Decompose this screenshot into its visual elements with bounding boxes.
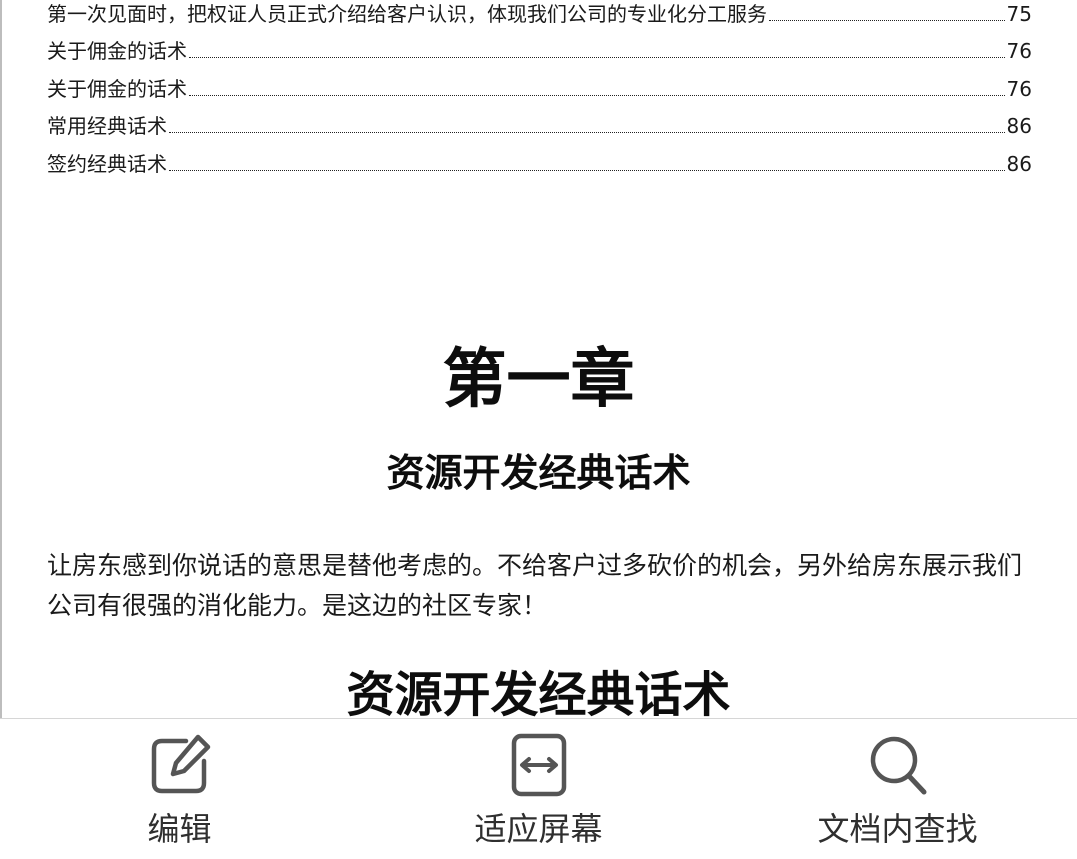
edit-icon: [148, 733, 212, 797]
toc-dot-leader: [189, 56, 1005, 59]
find-in-document-label: 文档内查找: [817, 810, 978, 848]
toc-dot-leader: [169, 169, 1005, 171]
toc-entry-page: 75: [1006, 1, 1032, 26]
search-icon: [866, 733, 930, 797]
toc-entry-page: 86: [1006, 114, 1032, 139]
toc-entry-title: 关于佣金的话术: [47, 76, 187, 101]
edit-button[interactable]: 编辑: [0, 719, 359, 859]
toc-entry-title: 第一次见面时，把权证人员正式介绍给客户认识，体现我们公司的专业化分工服务: [47, 1, 767, 26]
toc-entry-page: 76: [1006, 76, 1032, 101]
toc-entry-title: 关于佣金的话术: [47, 39, 187, 64]
toc-entry[interactable]: 关于佣金的话术 76: [47, 26, 1032, 64]
bottom-toolbar: 编辑 适应屏幕 文档内查找: [0, 718, 1077, 859]
section-heading: 资源开发经典话术: [346, 667, 731, 718]
toc-entry-page: 86: [1006, 151, 1032, 176]
fit-width-icon: [507, 733, 571, 797]
chapter-heading: 第一章: [442, 343, 635, 417]
toc-entry-title: 签约经典话术: [47, 151, 167, 176]
find-in-document-button[interactable]: 文档内查找: [718, 719, 1077, 859]
table-of-contents: 第一次见面时，把权证人员正式介绍给客户认识，体现我们公司的专业化分工服务 75 …: [47, 0, 1032, 176]
document-viewer: 第一次见面时，把权证人员正式介绍给客户认识，体现我们公司的专业化分工服务 75 …: [0, 0, 1077, 859]
toc-dot-leader: [189, 94, 1005, 96]
toc-entry[interactable]: 关于佣金的话术 76: [47, 63, 1032, 101]
toc-entry[interactable]: 第一次见面时，把权证人员正式介绍给客户认识，体现我们公司的专业化分工服务 75: [47, 0, 1032, 26]
chapter-subheading: 资源开发经典话术: [386, 451, 691, 495]
toc-entry[interactable]: 签约经典话术 86: [47, 138, 1032, 176]
document-page[interactable]: 第一次见面时，把权证人员正式介绍给客户认识，体现我们公司的专业化分工服务 75 …: [2, 0, 1075, 718]
fit-screen-button[interactable]: 适应屏幕: [359, 719, 718, 859]
toc-dot-leader: [169, 131, 1005, 134]
body-paragraph: 让房东感到你说话的意思是替他考虑的。不给客户过多砍价的机会，另外给房东展示我们公…: [47, 551, 1023, 620]
toc-entry[interactable]: 常用经典话术 86: [47, 101, 1032, 139]
fit-screen-label: 适应屏幕: [474, 810, 603, 848]
toc-dot-leader: [769, 19, 1005, 21]
edit-label: 编辑: [147, 810, 212, 848]
toc-entry-title: 常用经典话术: [47, 114, 167, 139]
toc-entry-page: 76: [1006, 39, 1032, 64]
